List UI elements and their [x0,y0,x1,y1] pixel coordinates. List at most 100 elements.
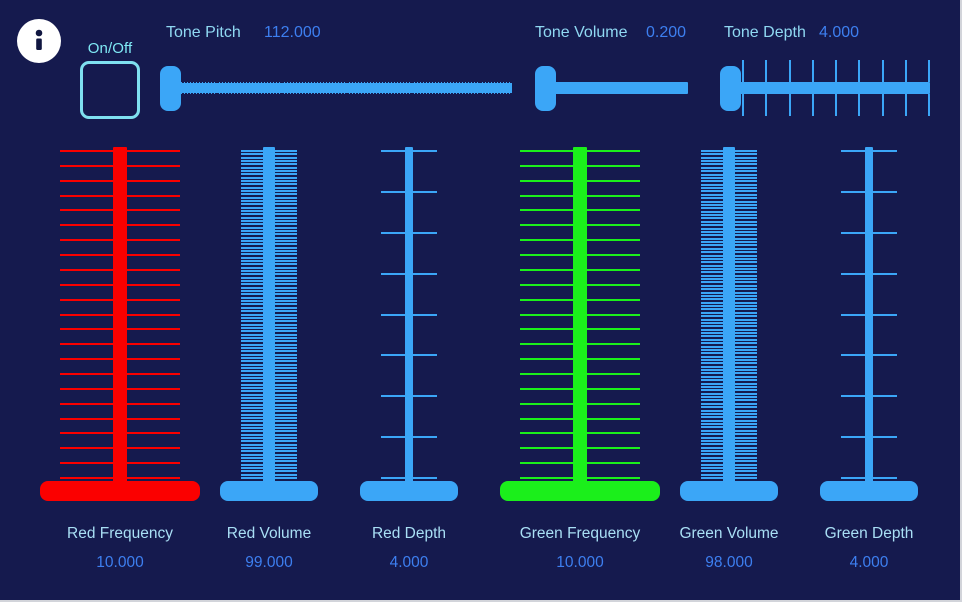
onoff-label: On/Off [87,40,133,57]
slider-tick [701,332,757,335]
slider-tick [291,69,294,83]
slider-tick [444,93,447,107]
slider-tick [241,69,244,83]
slider-tick [701,170,757,173]
slider-tick [701,359,757,361]
slider-tick [241,463,297,466]
slider-tick [835,60,837,82]
slider-handle-green_depth[interactable] [820,481,918,501]
slider-tick [288,69,291,83]
slider-tone_depth[interactable] [720,60,930,116]
slider-tick [501,69,504,83]
slider-tick [381,313,437,316]
slider-tick [241,390,297,393]
slider-tick [406,93,409,107]
slider-tick [241,300,297,303]
slider-tick [381,272,437,275]
slider-handle-green_volume[interactable] [680,481,778,501]
slider-value-tone_pitch: 112.000 [264,24,321,41]
slider-tick [226,93,229,107]
slider-tick [701,244,757,247]
slider-tick [811,60,814,82]
slider-tick [60,298,180,301]
slider-tick [241,296,297,299]
slider-handle-red_frequency[interactable] [40,481,200,501]
slider-handle-red_volume[interactable] [220,481,318,501]
slider-track-red_depth[interactable] [405,147,413,485]
slider-tick [249,93,252,107]
slider-tick [252,69,255,83]
onoff-checkbox[interactable] [80,61,140,119]
slider-tick [701,369,757,372]
slider-tick [285,69,288,83]
slider-tick [241,430,297,433]
slider-green_depth[interactable] [779,147,959,501]
slider-tick [241,153,297,156]
slider-tick [841,395,897,398]
slider-tick [701,382,757,385]
slider-tick [241,443,297,446]
slider-handle-tone_depth[interactable] [720,66,741,111]
slider-label-green_depth: Green Depth [824,525,914,542]
slider-tick [520,417,640,420]
slider-tick [701,308,757,311]
slider-tick [483,93,486,107]
slider-tick [701,176,757,179]
slider-tick [409,69,412,83]
slider-tick [498,69,501,83]
slider-tick [193,69,196,83]
slider-tick [241,420,297,423]
slider-handle-tone_volume[interactable] [535,66,556,111]
slider-tick [344,93,347,107]
slider-tick [241,233,297,236]
slider-tick [701,419,757,422]
slider-tick [335,69,338,83]
slider-tick [211,93,214,107]
slider-handle-tone_pitch[interactable] [160,66,181,111]
slider-tick [241,363,297,366]
slider-tick [381,477,437,479]
slider-track-tone_depth[interactable] [720,82,930,94]
slider-tick [241,313,297,316]
slider-tick [701,264,757,267]
slider-tick [241,173,297,176]
slider-tick [190,93,193,107]
slider-tick [480,69,483,83]
slider-tick [371,69,374,83]
slider-red_depth[interactable] [319,147,499,501]
slider-tick [241,453,297,456]
slider-tick [701,156,757,159]
slider-handle-green_frequency[interactable] [500,481,660,501]
slider-tick [456,69,459,83]
slider-tick [701,214,757,217]
slider-tick [504,69,507,83]
slider-tick [332,69,335,83]
slider-tick [701,261,757,264]
slider-tone_volume[interactable] [535,66,688,111]
slider-tick [60,358,180,361]
slider-tick [241,383,297,386]
slider-handle-red_depth[interactable] [360,481,458,501]
slider-tick [453,69,456,83]
slider-track-green_depth[interactable] [865,147,873,485]
slider-tick [241,206,297,209]
onoff-control[interactable]: On/Off [78,40,142,119]
slider-tick [371,93,374,107]
slider-tick [471,93,474,107]
slider-tick [442,69,445,83]
info-icon[interactable] [17,19,61,63]
slider-tick [217,69,220,83]
slider-tick [241,470,297,473]
slider-tick [60,150,180,152]
slider-tick [701,274,757,277]
slider-tick [338,93,341,107]
slider-tick [701,271,757,274]
slider-tick [520,298,640,301]
slider-tick [320,69,323,83]
slider-tick [270,93,273,107]
slider-tick [520,358,640,361]
slider-tick [391,69,394,83]
slider-tick [520,432,640,435]
slider-tone_pitch[interactable] [160,66,512,111]
slider-track-tone_volume[interactable] [535,82,688,94]
